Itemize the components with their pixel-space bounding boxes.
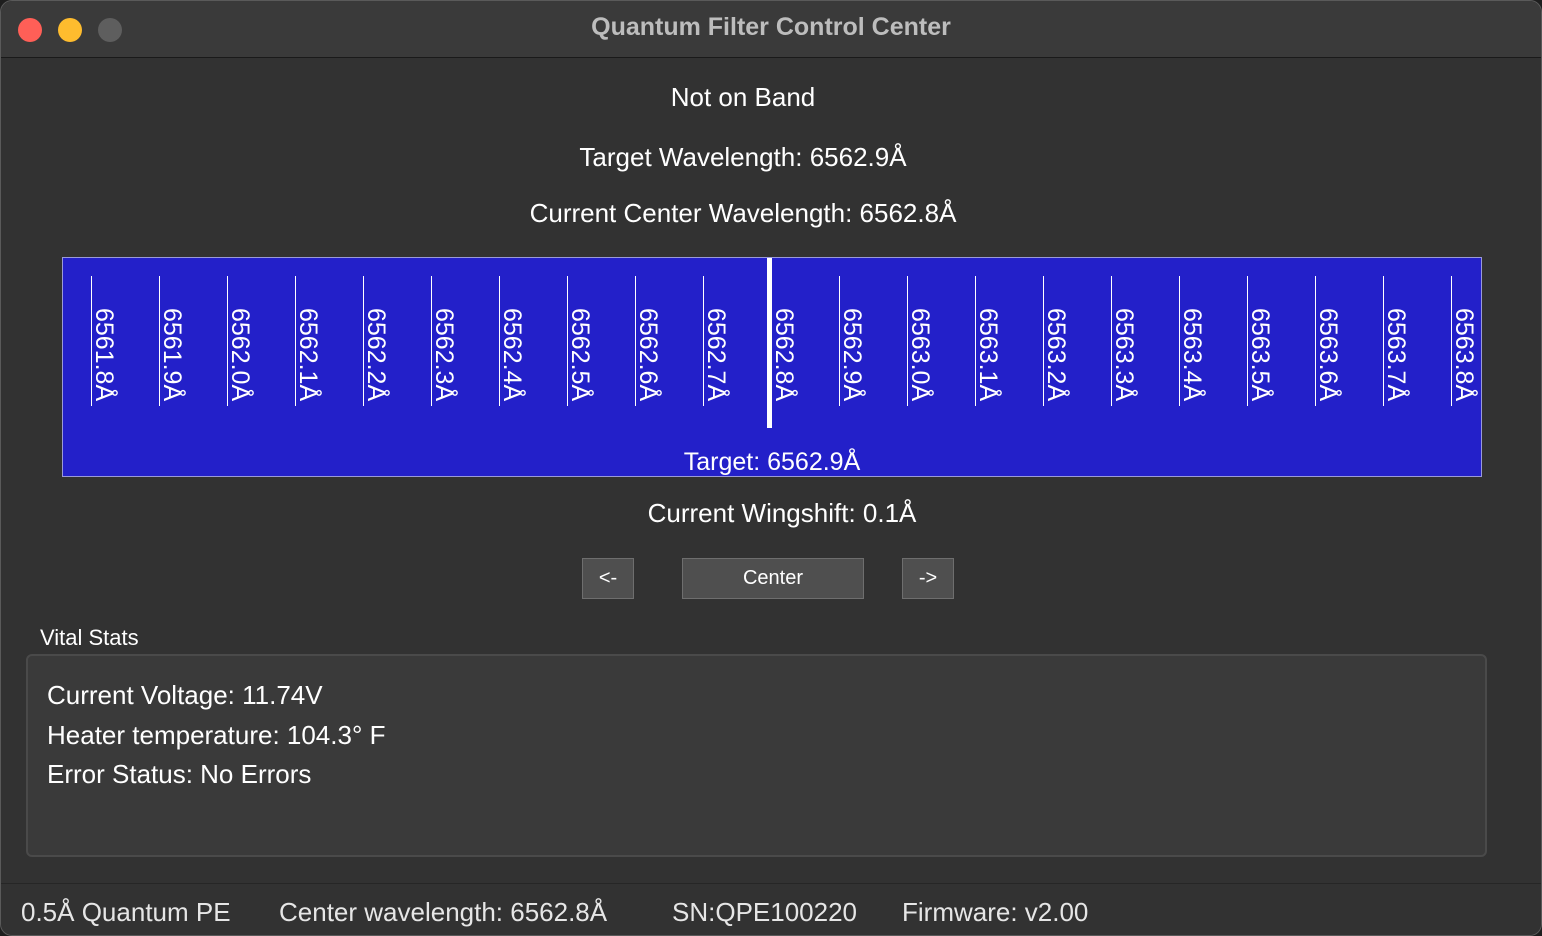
- error-status-readout: Error Status: No Errors: [47, 759, 312, 789]
- band-tick-label: 6562.4Å: [498, 308, 526, 402]
- vital-stats-panel: Current Voltage: 11.74V Heater temperatu…: [26, 654, 1487, 857]
- voltage-readout: Current Voltage: 11.74V: [47, 680, 323, 710]
- band-tick-label: 6562.5Å: [566, 308, 594, 402]
- band-tick-label: 6563.3Å: [1110, 308, 1138, 402]
- shift-left-button[interactable]: <-: [582, 558, 634, 599]
- band-status-text: Not on Band: [670, 82, 816, 112]
- app-window: Quantum Filter Control Center Not on Ban…: [0, 0, 1542, 936]
- band-tick-label: 6563.4Å: [1178, 308, 1206, 402]
- band-tick-label: 6563.1Å: [974, 308, 1002, 402]
- band-tick-label: 6563.5Å: [1246, 308, 1274, 402]
- window-title: Quantum Filter Control Center: [591, 13, 951, 41]
- band-tick-label: 6562.7Å: [702, 308, 730, 402]
- shift-right-button[interactable]: ->: [902, 558, 954, 599]
- wavelength-band-display: Target: 6562.9Å 6561.8Å 6561.9Å 6562.0Å 656…: [62, 257, 1482, 477]
- band-tick-label: 6563.6Å: [1314, 308, 1342, 402]
- band-target-label: Target: 6562.9Å: [683, 448, 861, 476]
- target-wavelength-text: Target Wavelength: 6562.9Å: [579, 142, 907, 172]
- vital-stats-label: Vital Stats: [40, 625, 139, 650]
- band-tick-label: 6562.3Å: [430, 308, 458, 402]
- band-tick-label: 6563.8Å: [1450, 308, 1478, 402]
- status-bar: 0.5Å Quantum PE Center wavelength: 6562.…: [1, 883, 1541, 935]
- band-tick-label: 6562.2Å: [362, 308, 390, 402]
- band-tick-label: 6562.8Å: [770, 308, 798, 402]
- firmware-version-text: Firmware: v2.00: [902, 897, 1089, 927]
- band-tick-label: 6562.9Å: [838, 308, 866, 402]
- heater-temperature-readout: Heater temperature: 104.3° F: [47, 720, 386, 750]
- band-tick-label: 6563.0Å: [906, 308, 934, 402]
- current-center-wavelength-text: Current Center Wavelength: 6562.8Å: [529, 198, 957, 228]
- band-tick-label: 6562.6Å: [634, 308, 662, 402]
- band-tick-label: 6563.2Å: [1042, 308, 1070, 402]
- band-tick-label: 6562.1Å: [294, 308, 322, 402]
- title-bar: Quantum Filter Control Center: [1, 1, 1541, 58]
- center-button[interactable]: Center: [682, 558, 864, 599]
- band-tick-label: 6561.8Å: [90, 308, 118, 402]
- band-tick-label: 6562.0Å: [226, 308, 254, 402]
- band-tick-label: 6563.7Å: [1382, 308, 1410, 402]
- filter-model-text: 0.5Å Quantum PE: [21, 897, 231, 927]
- status-center-wavelength-text: Center wavelength: 6562.8Å: [279, 897, 608, 927]
- serial-number-text: SN:QPE100220: [672, 897, 858, 927]
- band-tick-label: 6561.9Å: [158, 308, 186, 402]
- wingshift-text: Current Wingshift: 0.1Å: [647, 498, 917, 528]
